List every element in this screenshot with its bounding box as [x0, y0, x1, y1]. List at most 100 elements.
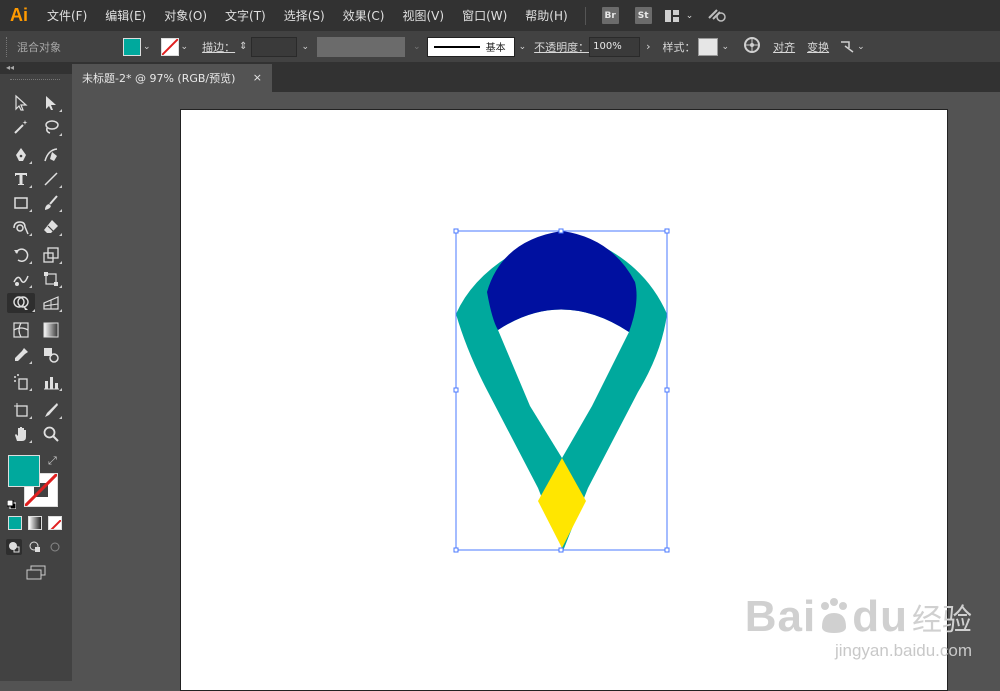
- mesh-tool[interactable]: [10, 320, 32, 340]
- stroke-weight-dropdown[interactable]: ⌄: [301, 42, 309, 52]
- line-segment-tool[interactable]: [40, 169, 62, 189]
- paw-icon: [821, 598, 848, 633]
- align-button[interactable]: 对齐: [773, 39, 795, 55]
- menu-file[interactable]: 文件(F): [38, 7, 96, 24]
- watermark-brand: Bai: [744, 592, 817, 641]
- slice-tool[interactable]: [40, 400, 62, 420]
- blend-tool[interactable]: [40, 345, 62, 365]
- opacity-flyout[interactable]: ›: [646, 40, 650, 53]
- document-tab-bar: 未标题-2* @ 97% (RGB/预览) ×: [72, 62, 1000, 92]
- recolor-artwork-button[interactable]: [743, 36, 761, 58]
- warp-tool[interactable]: [10, 269, 32, 289]
- screen-mode-button[interactable]: [25, 565, 47, 581]
- opacity-label[interactable]: 不透明度：: [534, 39, 589, 55]
- shape-builder-tool[interactable]: [7, 293, 35, 313]
- eraser-tool[interactable]: [40, 217, 62, 237]
- canvas-area[interactable]: Bai du 经验 jingyan.baidu.com: [72, 92, 1000, 691]
- none-slash-icon: [50, 519, 61, 529]
- opacity-input[interactable]: 100%: [589, 36, 641, 57]
- watermark-url: jingyan.baidu.com: [834, 641, 972, 660]
- fill-color-picker[interactable]: ⌄: [123, 37, 151, 56]
- workspace-layout-button[interactable]: ⌄: [664, 9, 693, 23]
- menu-view[interactable]: 视图(V): [393, 7, 453, 24]
- handle-bottom-left[interactable]: [453, 547, 459, 553]
- symbol-sprayer-tool[interactable]: [10, 372, 32, 392]
- type-tool[interactable]: [10, 169, 32, 189]
- screen-mode-icon: [26, 565, 46, 580]
- eyedropper-icon: [15, 348, 28, 361]
- menu-effect[interactable]: 效果(C): [334, 7, 394, 24]
- selection-tool[interactable]: [10, 93, 32, 113]
- none-mode-button[interactable]: [48, 516, 62, 530]
- menu-object[interactable]: 对象(O): [155, 7, 216, 24]
- handle-top-right[interactable]: [664, 228, 670, 234]
- variable-width-field[interactable]: [317, 36, 406, 57]
- type-t-icon: [15, 173, 27, 185]
- stroke-weight-input[interactable]: [251, 36, 298, 57]
- free-transform-tool[interactable]: [40, 269, 62, 289]
- handle-bottom-right[interactable]: [664, 547, 670, 553]
- menu-bar: Ai 文件(F) 编辑(E) 对象(O) 文字(T) 选择(S) 效果(C) 视…: [0, 0, 1000, 31]
- menu-separator: [584, 6, 586, 25]
- rotate-tool[interactable]: [10, 245, 32, 265]
- line-segment-icon: [44, 172, 58, 186]
- swap-fill-stroke-button[interactable]: ⤢: [48, 454, 57, 468]
- column-graph-icon: [44, 377, 59, 390]
- magic-wand-tool[interactable]: [10, 117, 32, 137]
- stroke-preview-line: [433, 45, 480, 48]
- stroke-label[interactable]: 描边：: [202, 39, 235, 55]
- draw-inside-button[interactable]: [47, 539, 63, 555]
- tools-panel-collapse[interactable]: ◂◂: [0, 62, 72, 74]
- paintbrush-tool[interactable]: [40, 193, 62, 213]
- artboard-tool[interactable]: [10, 400, 32, 420]
- stock-button[interactable]: St: [634, 7, 652, 24]
- zoom-tool[interactable]: [40, 424, 62, 444]
- sync-button[interactable]: [707, 6, 727, 26]
- blend-icon: [44, 348, 59, 363]
- gradient-mode-button[interactable]: [28, 516, 42, 530]
- eraser-icon: [44, 220, 58, 233]
- lasso-tool[interactable]: [40, 117, 62, 137]
- chevron-down-icon: ⌄: [857, 41, 865, 52]
- document-tab[interactable]: 未标题-2* @ 97% (RGB/预览) ×: [72, 64, 272, 92]
- default-fill-stroke-button[interactable]: [6, 494, 17, 510]
- stroke-color-picker[interactable]: ⌄: [160, 37, 188, 56]
- perspective-grid-tool[interactable]: [40, 293, 62, 313]
- menu-help[interactable]: 帮助(H): [516, 7, 576, 24]
- eyedropper-tool[interactable]: [10, 345, 32, 365]
- menu-type[interactable]: 文字(T): [216, 7, 275, 24]
- column-graph-tool[interactable]: [40, 372, 62, 392]
- chevron-down-icon: ⌄: [413, 41, 421, 52]
- hand-icon: [15, 427, 26, 441]
- graphic-style-swatch[interactable]: [697, 37, 718, 56]
- handle-middle-left[interactable]: [453, 387, 459, 393]
- direct-selection-tool[interactable]: [40, 93, 62, 113]
- menu-select[interactable]: 选择(S): [275, 7, 334, 24]
- bridge-button[interactable]: Br: [601, 7, 619, 24]
- draw-normal-button[interactable]: [6, 539, 22, 555]
- shape-builder-icon: [13, 296, 29, 310]
- draw-behind-button[interactable]: [27, 539, 43, 555]
- handle-middle-right[interactable]: [664, 387, 670, 393]
- gradient-tool[interactable]: [40, 320, 62, 340]
- menu-window[interactable]: 窗口(W): [453, 7, 516, 24]
- brush-profile-picker[interactable]: 基本: [426, 36, 515, 57]
- stroke-weight-stepper[interactable]: ⇕: [239, 41, 247, 52]
- opacity-value: 100%: [593, 41, 622, 52]
- transform-button[interactable]: 变换: [807, 39, 829, 55]
- handle-top-center[interactable]: [558, 228, 564, 234]
- app-logo: Ai: [10, 5, 28, 25]
- shaper-tool[interactable]: [10, 217, 32, 237]
- hand-tool[interactable]: [10, 424, 32, 444]
- rectangle-tool[interactable]: [10, 193, 32, 213]
- scale-tool[interactable]: [40, 245, 62, 265]
- curvature-tool[interactable]: [40, 145, 62, 165]
- gradient-icon: [43, 322, 59, 338]
- color-mode-button[interactable]: [8, 516, 22, 530]
- menu-edit[interactable]: 编辑(E): [96, 7, 155, 24]
- handle-bottom-center[interactable]: [558, 547, 564, 553]
- pen-tool[interactable]: [10, 145, 32, 165]
- handle-top-left[interactable]: [453, 228, 459, 234]
- close-icon[interactable]: ×: [253, 71, 262, 84]
- isolate-mode-button[interactable]: ⌄: [839, 40, 865, 54]
